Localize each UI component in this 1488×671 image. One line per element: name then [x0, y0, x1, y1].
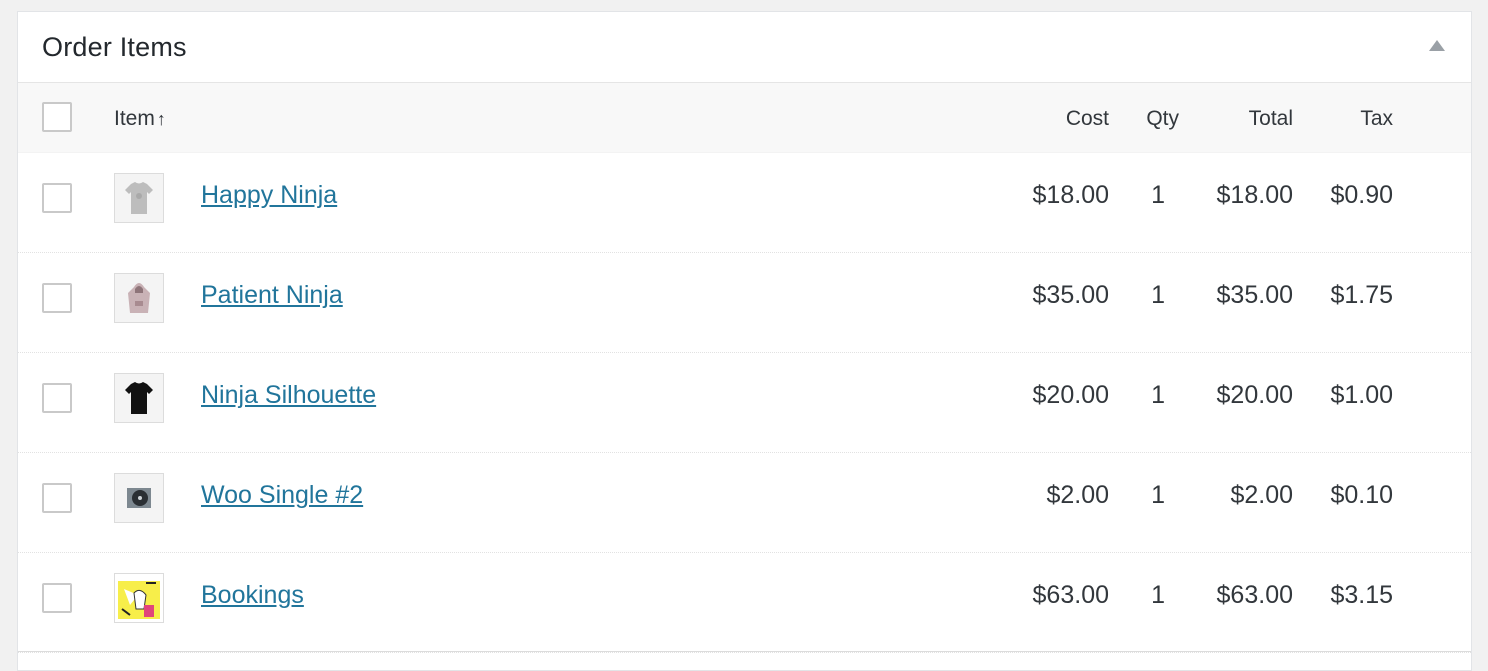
item-cost: $63.00 — [1032, 581, 1109, 609]
column-header-item-label: Item — [114, 107, 155, 130]
item-name-link[interactable]: Woo Single #2 — [201, 481, 363, 510]
item-qty: 1 — [1151, 381, 1165, 409]
column-header-cost: Cost — [1065, 107, 1109, 130]
bookings-poster-icon[interactable] — [114, 573, 164, 623]
item-total: $35.00 — [1216, 281, 1293, 309]
column-header-item[interactable]: Item ↑ — [114, 107, 166, 131]
item-tax: $1.75 — [1330, 281, 1393, 309]
item-qty: 1 — [1151, 581, 1165, 609]
item-cost: $18.00 — [1032, 181, 1109, 209]
item-qty: 1 — [1151, 181, 1165, 209]
item-qty: 1 — [1151, 481, 1165, 509]
column-header-qty: Qty — [1146, 107, 1179, 130]
row-checkbox[interactable] — [42, 383, 72, 413]
sort-arrow-icon: ↑ — [156, 109, 166, 129]
item-cost: $20.00 — [1032, 381, 1109, 409]
panel-title: Order Items — [42, 32, 187, 62]
item-cost: $2.00 — [1046, 481, 1109, 509]
table-row: Ninja Silhouette $20.00 1 $20.00 $1.00 — [18, 353, 1471, 453]
panel-header: Order Items — [18, 12, 1471, 83]
item-name-link[interactable]: Patient Ninja — [201, 281, 343, 310]
item-total: $63.00 — [1216, 581, 1293, 609]
table-row: Bookings $63.00 1 $63.00 $3.15 — [18, 553, 1471, 653]
item-total: $18.00 — [1216, 181, 1293, 209]
hoodie-icon[interactable] — [114, 273, 164, 323]
column-header-tax: Tax — [1360, 107, 1393, 130]
row-checkbox[interactable] — [42, 183, 72, 213]
item-qty: 1 — [1151, 281, 1165, 309]
item-total: $20.00 — [1216, 381, 1293, 409]
table-row: Patient Ninja $35.00 1 $35.00 $1.75 — [18, 253, 1471, 353]
item-name-link[interactable]: Ninja Silhouette — [201, 381, 376, 410]
column-header-total: Total — [1248, 107, 1293, 130]
item-name-link[interactable]: Happy Ninja — [201, 181, 337, 210]
item-cost: $35.00 — [1032, 281, 1109, 309]
table-header: Item ↑ Cost Qty Total Tax — [18, 83, 1471, 153]
row-checkbox[interactable] — [42, 483, 72, 513]
table-row: Happy Ninja $18.00 1 $18.00 $0.90 — [18, 153, 1471, 253]
item-tax: $1.00 — [1330, 381, 1393, 409]
order-items-panel: Order Items Item ↑ Cost Qty Total Tax Hap… — [17, 11, 1472, 671]
item-tax: $0.10 — [1330, 481, 1393, 509]
row-checkbox[interactable] — [42, 583, 72, 613]
select-all-checkbox[interactable] — [42, 102, 72, 132]
album-icon[interactable] — [114, 473, 164, 523]
item-name-link[interactable]: Bookings — [201, 581, 304, 610]
item-tax: $3.15 — [1330, 581, 1393, 609]
divider — [18, 651, 1471, 652]
table-row: Woo Single #2 $2.00 1 $2.00 $0.10 — [18, 453, 1471, 553]
black-tshirt-icon[interactable] — [114, 373, 164, 423]
collapse-toggle-icon[interactable] — [1429, 40, 1445, 51]
item-total: $2.00 — [1230, 481, 1293, 509]
item-tax: $0.90 — [1330, 181, 1393, 209]
row-checkbox[interactable] — [42, 283, 72, 313]
grey-tshirt-icon[interactable] — [114, 173, 164, 223]
